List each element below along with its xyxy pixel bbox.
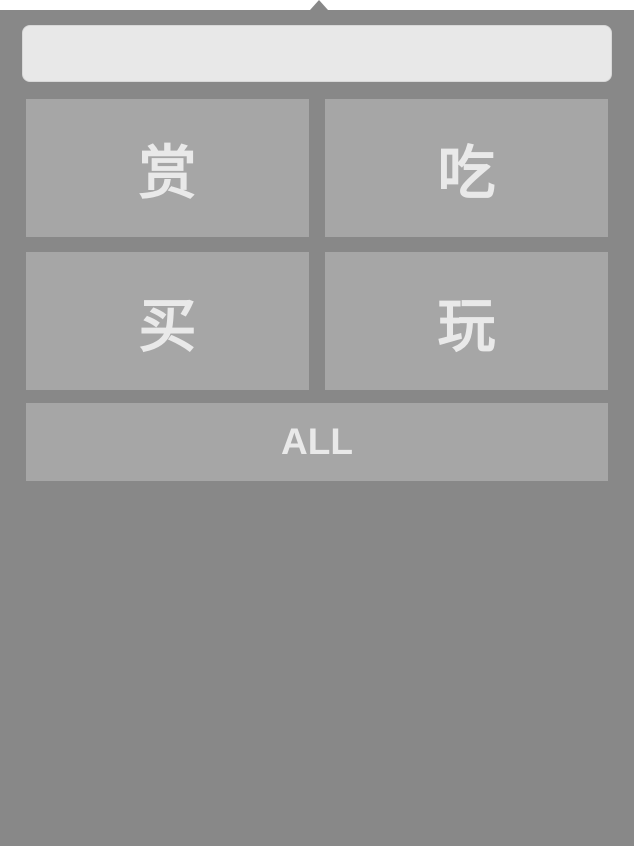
category-button-buy[interactable]: 买: [26, 252, 309, 390]
all-button[interactable]: ALL: [26, 403, 608, 481]
category-button-appreciate[interactable]: 赏: [26, 99, 309, 237]
category-button-eat[interactable]: 吃: [325, 99, 608, 237]
search-input[interactable]: [22, 25, 612, 82]
category-label: 赏: [138, 139, 197, 207]
popover-arrow: [310, 0, 328, 10]
category-label: 吃: [437, 139, 496, 207]
category-label: 买: [138, 292, 197, 360]
all-button-label: ALL: [281, 421, 353, 462]
category-button-play[interactable]: 玩: [325, 252, 608, 390]
category-popover: 赏 吃 买 玩 ALL: [0, 10, 634, 846]
category-label: 玩: [437, 292, 496, 360]
